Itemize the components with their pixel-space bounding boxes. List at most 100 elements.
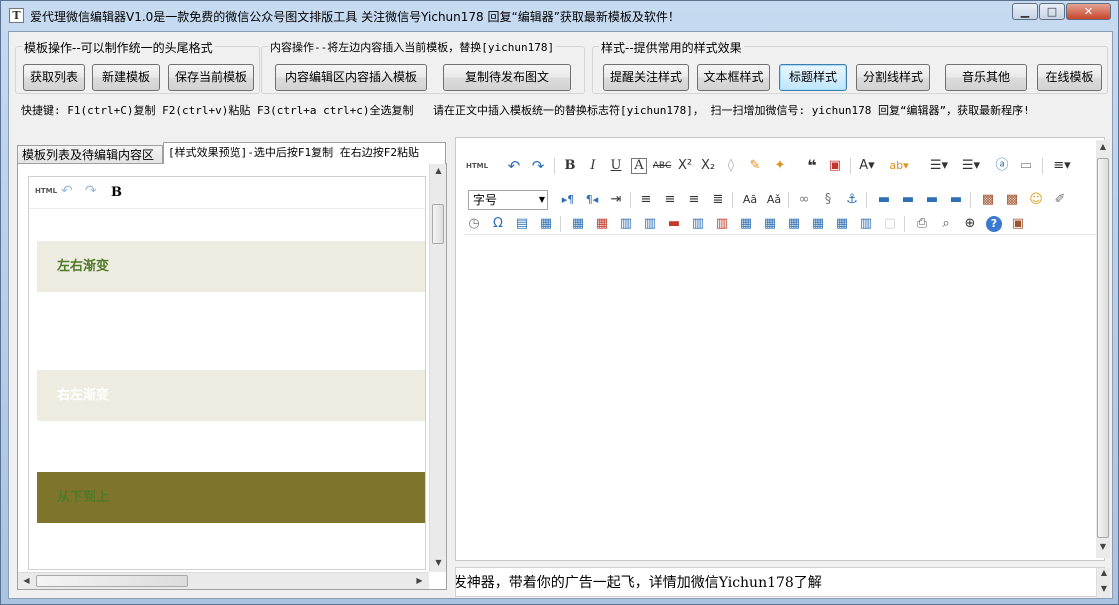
unlink-icon[interactable]: § (818, 190, 838, 210)
preview-hscrollbar[interactable]: ◀ ▶ (18, 572, 429, 589)
multi-image-icon[interactable]: ▩ (1002, 190, 1022, 210)
vscroll-thumb[interactable] (432, 204, 444, 244)
scrawl-icon[interactable]: ✐ (1050, 190, 1070, 210)
split-cells-icon[interactable]: ▦ (808, 214, 828, 234)
emotion-icon[interactable]: ☺ (1026, 190, 1046, 210)
insert-paragraph-icon[interactable]: ▥ (616, 214, 636, 234)
italic-icon[interactable]: I (583, 156, 603, 176)
style-band-lr-gradient[interactable]: 左右渐变 (37, 241, 425, 292)
tab-template-list[interactable]: 模板列表及待编辑内容区 (17, 145, 163, 164)
underline-icon[interactable]: U (606, 156, 626, 176)
title-bar[interactable]: T 爱代理微信编辑器V1.0是一款免费的微信公众号图文排版工具 关注微信号Yic… (1, 1, 1118, 31)
image-none-icon[interactable]: ▬ (874, 190, 894, 210)
redo-icon[interactable]: ↷ (85, 183, 97, 199)
strikethrough-icon[interactable]: ABC (652, 156, 672, 176)
auto-typeset-icon[interactable]: ✦ (770, 156, 790, 176)
special-char-icon[interactable]: Ω (488, 214, 508, 234)
uppercase-icon[interactable]: Aā (740, 190, 760, 210)
hscroll-thumb[interactable] (36, 575, 188, 587)
line-height-icon[interactable]: ≡▾ (1052, 156, 1072, 176)
align-right-icon[interactable]: ≡ (684, 190, 704, 210)
tab-style-preview[interactable]: [样式效果预览]-选中后按F1复制 在右边按F2粘贴 (163, 142, 446, 164)
lowercase-icon[interactable]: Aǎ (764, 190, 784, 210)
new-template-button[interactable]: 新建模板 (92, 64, 160, 91)
insert-image-icon[interactable]: ▩ (978, 190, 998, 210)
maximize-button[interactable]: □ (1039, 3, 1065, 20)
insert-col-icon[interactable]: ▥ (688, 214, 708, 234)
undo-icon[interactable]: ↶ (61, 183, 73, 199)
scroll-up-arrow[interactable]: ▲ (1096, 142, 1110, 151)
scroll-up-arrow[interactable]: ▲ (430, 166, 447, 175)
paste-plain-icon[interactable]: ▣ (825, 156, 845, 176)
indent-icon[interactable]: ⇥ (606, 190, 626, 210)
highlight-icon[interactable]: ab▾ (889, 156, 909, 176)
font-size-select[interactable]: 字号 ▼ (468, 190, 548, 210)
merge-down-icon[interactable]: ▦ (784, 214, 804, 234)
align-justify-icon[interactable]: ≣ (708, 190, 728, 210)
scroll-up-arrow[interactable]: ▲ (1097, 568, 1111, 577)
redo-icon[interactable]: ↷ (528, 156, 548, 176)
image-center-icon[interactable]: ▬ (946, 190, 966, 210)
delete-table-icon[interactable]: ▦ (592, 214, 612, 234)
online-template-button[interactable]: 在线模板 (1037, 64, 1102, 91)
table-props-icon[interactable]: ▢ (880, 214, 900, 234)
font-color-icon[interactable]: A▾ (857, 156, 877, 176)
style-band-rl-gradient[interactable]: 右左渐变 (37, 370, 425, 421)
merge-cells-icon[interactable]: ▦ (736, 214, 756, 234)
textbox-style-button[interactable]: 文本框样式 (697, 64, 770, 91)
anchor-icon[interactable]: ⚓ (842, 190, 862, 210)
search-replace-icon[interactable]: ⊕ (960, 214, 980, 234)
ltr-icon[interactable]: ▸¶ (558, 190, 578, 210)
split-cols-icon[interactable]: ▥ (856, 214, 876, 234)
clear-doc-icon[interactable]: ▭ (1016, 156, 1036, 176)
delete-col-icon[interactable]: ▥ (712, 214, 732, 234)
editor-vscroll-thumb[interactable] (1097, 158, 1109, 538)
style-band-bottom-up[interactable]: 从下到上 (37, 472, 425, 523)
bold-icon[interactable]: B (111, 185, 122, 200)
html-source-icon[interactable]: HTML (35, 187, 57, 195)
format-brush-icon[interactable]: ✎ (745, 156, 765, 176)
music-other-button[interactable]: 音乐其他 (945, 64, 1027, 91)
minimize-button[interactable]: ▁ (1012, 3, 1038, 20)
insert-row-icon[interactable]: ▥ (640, 214, 660, 234)
html-source-icon[interactable]: HTML (466, 156, 488, 176)
divider-style-button[interactable]: 分割线样式 (856, 64, 930, 91)
drafts-icon[interactable]: ▣ (1008, 214, 1028, 234)
title-style-button[interactable]: 标题样式 (779, 64, 847, 91)
insert-into-template-button[interactable]: 内容编辑区内容插入模板 (275, 64, 427, 91)
bold-icon[interactable]: B (560, 156, 580, 176)
insert-table-icon[interactable]: ▦ (568, 214, 588, 234)
selectall-icon[interactable]: ⓐ (992, 156, 1012, 176)
save-template-button[interactable]: 保存当前模板 (168, 64, 254, 91)
scroll-down-arrow[interactable]: ▼ (1097, 584, 1111, 593)
follow-style-button[interactable]: 提醒关注样式 (603, 64, 689, 91)
insert-frame-icon[interactable]: ▤ (512, 214, 532, 234)
link-icon[interactable]: ∞ (794, 190, 814, 210)
ordered-list-icon[interactable]: ☰▾ (929, 156, 949, 176)
unordered-list-icon[interactable]: ☰▾ (961, 156, 981, 176)
copy-publish-button[interactable]: 复制待发布图文 (443, 64, 571, 91)
subscript-icon[interactable]: X₂ (698, 156, 718, 176)
editor-content-area[interactable] (464, 234, 1096, 552)
rich-text-editor[interactable]: HTML ↶ ↷ B I U A ABC X² X₂ ◊ ✎ ✦ ❝ ▣ A▾ … (455, 137, 1105, 561)
blockquote-icon[interactable]: ❝ (802, 156, 822, 176)
rtl-icon[interactable]: ¶◂ (582, 190, 602, 210)
insert-code-icon[interactable]: ▦ (536, 214, 556, 234)
preview-vscrollbar[interactable]: ▲ ▼ (429, 164, 446, 572)
image-left-icon[interactable]: ▬ (898, 190, 918, 210)
scroll-left-arrow[interactable]: ◀ (18, 576, 35, 585)
font-border-icon[interactable]: A (631, 158, 647, 174)
preview-icon[interactable]: ⌕ (936, 214, 956, 234)
superscript-icon[interactable]: X² (675, 156, 695, 176)
get-list-button[interactable]: 获取列表 (23, 64, 85, 91)
image-right-icon[interactable]: ▬ (922, 190, 942, 210)
close-button[interactable]: ✕ (1066, 3, 1111, 20)
align-left-icon[interactable]: ≡ (636, 190, 656, 210)
ticker-scrollbar[interactable]: ▲ ▼ (1096, 568, 1110, 598)
align-center-icon[interactable]: ≡ (660, 190, 680, 210)
delete-row-icon[interactable]: ▬ (664, 214, 684, 234)
help-icon[interactable]: ? (986, 216, 1002, 232)
eraser-icon[interactable]: ◊ (721, 156, 741, 176)
scroll-down-arrow[interactable]: ▼ (430, 558, 447, 567)
split-rows-icon[interactable]: ▦ (832, 214, 852, 234)
